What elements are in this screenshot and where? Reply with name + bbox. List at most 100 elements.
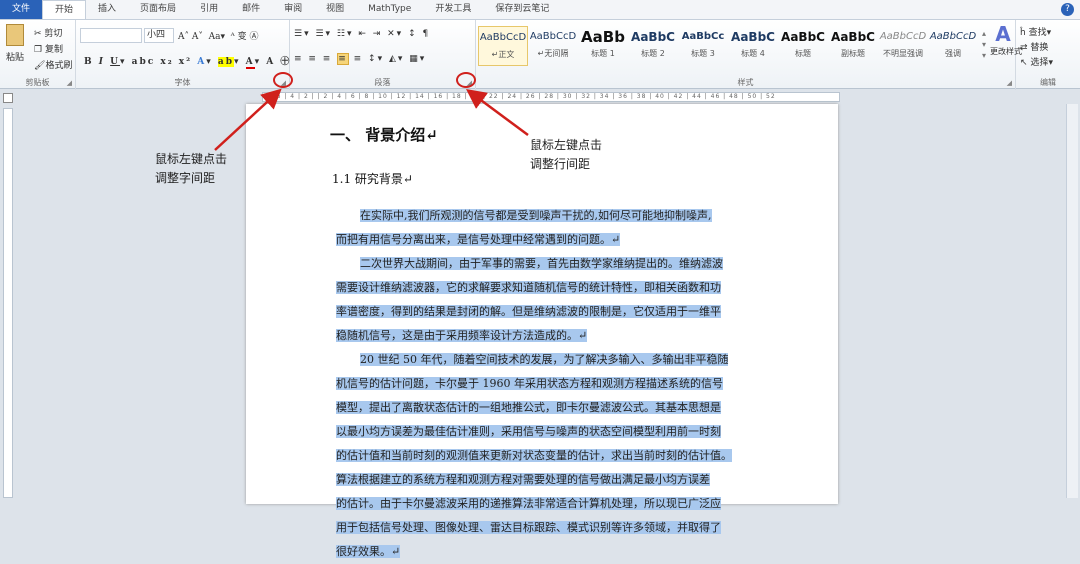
style-emphasis[interactable]: AaBbCcD 强调 bbox=[928, 26, 978, 66]
select-button[interactable]: ↖ 选择▾ bbox=[1020, 55, 1053, 68]
tab-review[interactable]: 审阅 bbox=[272, 0, 314, 19]
tab-save-cloud[interactable]: 保存到云笔记 bbox=[483, 0, 561, 19]
text-line: 模型，提出了离散状态估计的一组地推公式，即卡尔曼滤波公式。其基本思想是 bbox=[336, 396, 751, 420]
paste-button[interactable]: 粘贴 bbox=[6, 50, 24, 63]
document-page[interactable]: 一、 背景介绍↵ 1.1 研究背景↵ 在实际中,我们所观测的信号都是受到噪声干扰… bbox=[246, 104, 838, 558]
editing-label: 编辑 bbox=[1040, 78, 1056, 87]
styles-group: AaBbCcD ↵正文 AaBbCcD ↵无间隔 AaBb 标题 1 AaBbC 标题 … bbox=[476, 20, 1022, 90]
style-label: 不明显强调 bbox=[883, 49, 923, 58]
style-heading-2[interactable]: AaBbC 标题 2 bbox=[628, 26, 678, 66]
ruler-toggle-button[interactable] bbox=[3, 93, 13, 103]
tab-mathtype[interactable]: MathType bbox=[356, 0, 423, 19]
style-heading-3[interactable]: AaBbCc 标题 3 bbox=[678, 26, 728, 66]
tab-developer[interactable]: 开发工具 bbox=[423, 0, 483, 19]
clipboard-launcher-icon[interactable]: ◢ bbox=[67, 79, 72, 87]
vertical-scrollbar[interactable] bbox=[1066, 104, 1078, 498]
annotation-line: 鼠标左键点击 bbox=[155, 152, 228, 166]
grow-shrink-font-buttons[interactable]: A˄ A˅ Aa▾ ᴬ 变 Ⓐ bbox=[178, 29, 259, 42]
list-buttons[interactable]: ☰▾ ☰▾ ☷▾ ⇤ ⇥ ✕▾ ↕ ¶ bbox=[294, 29, 430, 39]
style-sample: AaBbC bbox=[631, 30, 675, 44]
text-line: 在实际中,我们所观测的信号都是受到噪声干扰的,如何尽可能地抑制噪声, bbox=[336, 204, 751, 228]
tab-mailings[interactable]: 邮件 bbox=[230, 0, 272, 19]
style-no-spacing[interactable]: AaBbCcD ↵无间隔 bbox=[528, 26, 578, 66]
style-normal[interactable]: AaBbCcD ↵正文 bbox=[478, 26, 528, 66]
styles-scroll-buttons[interactable]: ▴ ▾ ▾ bbox=[982, 28, 986, 61]
selected-text: 在实际中,我们所观测的信号都是受到噪声干扰的,如何尽可能地抑制噪声, bbox=[360, 209, 712, 222]
text-line: 稳随机信号，这是由于采用频率设计方法造成的。↵ bbox=[336, 324, 751, 348]
document-body[interactable]: 在实际中,我们所观测的信号都是受到噪声干扰的,如何尽可能地抑制噪声, 而把有用信号… bbox=[336, 204, 751, 564]
change-styles-button[interactable]: A 更改样式 bbox=[990, 22, 1022, 57]
selected-text: 很好效果。↵ bbox=[336, 545, 401, 558]
change-styles-label: 更改样式 bbox=[990, 47, 1022, 56]
font-size-select[interactable]: 小四 bbox=[144, 28, 174, 43]
ribbon-tabs: 文件 开始 插入 页面布局 引用 邮件 审阅 视图 MathType 开发工具 … bbox=[0, 0, 1080, 19]
style-sample: AaBbCc bbox=[681, 31, 725, 42]
replace-button[interactable]: ⇄ 替换 bbox=[1020, 40, 1048, 53]
style-heading-1[interactable]: AaBb 标题 1 bbox=[578, 26, 628, 66]
format-painter-label: 格式刷 bbox=[45, 61, 73, 71]
tab-references[interactable]: 引用 bbox=[188, 0, 230, 19]
selected-text: 需要设计维纳滤波器，它的求解要求知道随机信号的统计特性，即相关函数和功 bbox=[336, 281, 721, 294]
style-sample: AaBbC bbox=[781, 30, 825, 44]
style-label: 标题 1 bbox=[591, 49, 615, 58]
style-title[interactable]: AaBbC 标题 bbox=[778, 26, 828, 66]
selected-text: 模型，提出了离散状态估计的一组地推公式，即卡尔曼滤波公式。其基本思想是 bbox=[336, 401, 721, 414]
selected-text: 以最小均方误差为最佳估计准则，采用信号与噪声的状态空间模型利用前一时刻 bbox=[336, 425, 721, 438]
find-button[interactable]: ĥ 查找▾ bbox=[1020, 25, 1051, 38]
tab-insert[interactable]: 插入 bbox=[86, 0, 128, 19]
style-sample: AaBbCcD bbox=[929, 31, 977, 42]
ribbon: 粘贴 ✂ 剪切 ❐ 复制 🖌格式刷 剪贴板 ◢ 小四 A˄ A˅ Aa▾ ᴬ 变… bbox=[0, 19, 1080, 90]
font-name-select[interactable] bbox=[80, 28, 142, 43]
font-launcher-highlight-circle bbox=[273, 72, 293, 88]
style-sample: AaBb bbox=[581, 28, 625, 46]
styles-label: 样式 bbox=[737, 78, 754, 87]
alignment-buttons[interactable]: ≡ ≡ ≡ ≡ ≡ ↕▾ ◭▾ ▦▾ bbox=[294, 53, 426, 65]
selected-text: 机信号的估计问题，卡尔曼于 1960 年采用状态方程和观测方程描述系统的信号 bbox=[336, 377, 723, 390]
cut-label: 剪切 bbox=[44, 29, 63, 39]
replace-label: 替换 bbox=[1030, 43, 1049, 53]
tab-view[interactable]: 视图 bbox=[314, 0, 356, 19]
annotation-line: 调整字间距 bbox=[155, 171, 216, 185]
paragraph-label: 段落 bbox=[374, 78, 391, 87]
copy-label: 复制 bbox=[44, 45, 63, 55]
font-group: 小四 A˄ A˅ Aa▾ ᴬ 变 Ⓐ B I U▾ abc x₂ x² A▾ a… bbox=[76, 20, 290, 90]
tab-home[interactable]: 开始 bbox=[42, 0, 87, 19]
annotation-line: 鼠标左键点击 bbox=[530, 138, 603, 152]
cut-button[interactable]: ✂ 剪切 bbox=[34, 26, 62, 39]
selected-text: 二次世界大战期间，由于军事的需要，首先由数学家维纳提出的。维纳滤波 bbox=[360, 257, 723, 270]
copy-icon: ❐ bbox=[34, 45, 43, 55]
style-subtle-emphasis[interactable]: AaBbCcD 不明显强调 bbox=[878, 26, 928, 66]
font-format-buttons[interactable]: B I U▾ abc x₂ x² A▾ ab▾ A▾ A ㊉ bbox=[84, 54, 291, 69]
text-line: 的估计。由于卡尔曼滤波采用的递推算法非常适合计算机处理，所以现已广泛应 bbox=[336, 492, 751, 516]
heading-1: 一、 背景介绍↵ bbox=[330, 126, 438, 144]
style-label: 标题 2 bbox=[641, 49, 665, 58]
text-line: 而把有用信号分离出来，是信号处理中经常遇到的问题。↵ bbox=[336, 228, 751, 252]
selected-text: 算法根据建立的系统方程和观测方程对需要处理的信号做出满足最小均方误差 bbox=[336, 473, 710, 486]
help-icon[interactable]: ? bbox=[1061, 3, 1074, 16]
paragraph-annotation: 鼠标左键点击 调整行间距 bbox=[530, 136, 602, 174]
style-heading-4[interactable]: AaBbC 标题 4 bbox=[728, 26, 778, 66]
tab-page-layout[interactable]: 页面布局 bbox=[128, 0, 188, 19]
binoculars-icon: ĥ bbox=[1020, 28, 1026, 38]
selected-text: 的估计。由于卡尔曼滤波采用的递推算法非常适合计算机处理，所以现已广泛应 bbox=[336, 497, 721, 510]
copy-button[interactable]: ❐ 复制 bbox=[34, 42, 63, 55]
tab-file[interactable]: 文件 bbox=[0, 0, 43, 19]
selected-text: 20 世纪 50 年代，随着空间技术的发展，为了解决多输入、多输出非平稳随 bbox=[360, 353, 729, 366]
style-label: 副标题 bbox=[841, 49, 865, 58]
text-line: 率谱密度，得到的结果是封闭的解。但是维纳滤波的限制是，它仅适用于一维平 bbox=[336, 300, 751, 324]
selected-text: 稳随机信号，这是由于采用频率设计方法造成的。↵ bbox=[336, 329, 588, 342]
selected-text: 的估计值和当前时刻的观测值来更新对状态变量的估计，求出当前时刻的估计值。 bbox=[336, 449, 732, 462]
style-subtitle[interactable]: AaBbC 副标题 bbox=[828, 26, 878, 66]
text-line: 很好效果。↵ bbox=[336, 540, 751, 564]
style-sample: AaBbCcD bbox=[879, 31, 927, 42]
paste-icon[interactable] bbox=[6, 24, 24, 46]
horizontal-ruler[interactable]: 8 | 6 | 4 | 2 | | 2 | 4 | 6 | 8 | 10 | 1… bbox=[262, 92, 840, 102]
style-label: 标题 4 bbox=[741, 49, 765, 58]
text-line: 20 世纪 50 年代，随着空间技术的发展，为了解决多输入、多输出非平稳随 bbox=[336, 348, 751, 372]
text-line: 二次世界大战期间，由于军事的需要，首先由数学家维纳提出的。维纳滤波 bbox=[336, 252, 751, 276]
styles-launcher-icon[interactable]: ◢ bbox=[1007, 79, 1012, 87]
format-painter-button[interactable]: 🖌格式刷 bbox=[34, 58, 72, 71]
style-label: 强调 bbox=[945, 49, 961, 58]
replace-icon: ⇄ bbox=[1020, 43, 1028, 53]
style-label: ↵正文 bbox=[491, 50, 515, 59]
